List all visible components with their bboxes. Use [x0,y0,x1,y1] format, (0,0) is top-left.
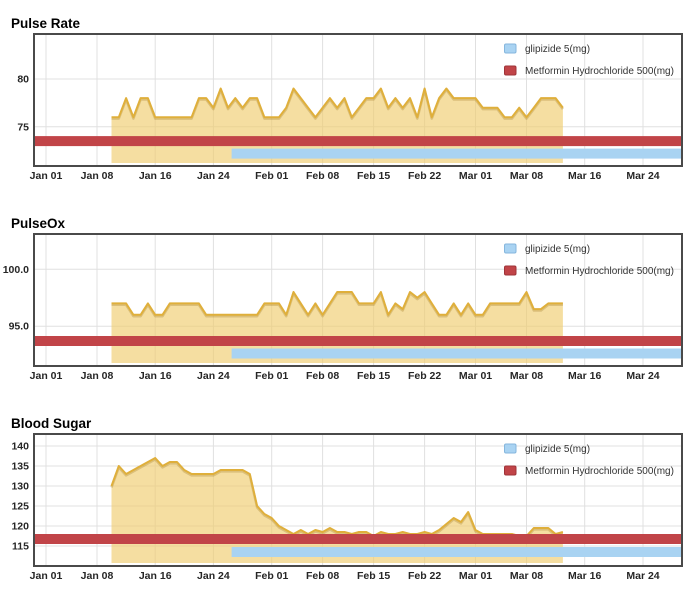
x-tick-label: Jan 08 [81,570,114,582]
x-tick-label: Mar 08 [510,370,543,382]
metformin-legend-swatch [505,266,517,275]
y-tick-label: 125 [11,501,29,513]
legend-label: glipizide 5(mg) [525,444,590,455]
legend-item-metformin[interactable]: Metformin Hydrochloride 500(mg) [505,466,674,477]
glipizide-medication-band [232,149,682,159]
metformin-medication-band [34,136,682,146]
x-tick-label: Mar 08 [510,170,543,182]
pulseox-chart: 100.0 95.0 Jan 01 Jan 08 Jan 16 Jan 24 Feb 01 F… [0,233,700,383]
legend-label: glipizide 5(mg) [525,244,590,255]
chart-section-blood-sugar: Blood Sugar 140 135 130 125 120 115 Jan 01 Jan … [0,383,700,583]
y-tick-label: 130 [11,481,29,493]
x-tick-label: Jan 16 [139,570,172,582]
x-tick-label: Jan 08 [81,370,114,382]
vitals-medication-dashboard: Pulse Rate 80 75 Jan 01 Jan 08 Jan 16 Jan 24 F… [0,0,700,583]
chart-title-pulseox: PulseOx [11,183,700,231]
glipizide-legend-swatch [505,244,517,253]
legend-item-glipizide[interactable]: glipizide 5(mg) [505,44,591,55]
metformin-legend-swatch [505,466,517,475]
x-tick-label: Jan 16 [139,170,172,182]
x-tick-label: Feb 15 [357,370,390,382]
glipizide-legend-swatch [505,44,517,53]
metformin-medication-band [34,336,682,346]
y-tick-label: 95.0 [9,321,30,333]
x-tick-label: Jan 24 [197,170,230,182]
legend-item-metformin[interactable]: Metformin Hydrochloride 500(mg) [505,66,674,77]
y-tick-label: 120 [11,521,29,533]
x-tick-label: Mar 01 [459,570,492,582]
glipizide-legend-swatch [505,444,517,453]
x-tick-label: Feb 15 [357,570,390,582]
x-tick-label: Feb 22 [408,370,441,382]
x-tick-label: Mar 16 [568,370,601,382]
legend-label: glipizide 5(mg) [525,44,590,55]
x-tick-label: Jan 01 [30,170,63,182]
x-tick-label: Mar 24 [626,170,659,182]
metformin-medication-band [34,534,682,544]
x-tick-label: Feb 08 [306,170,339,182]
x-tick-label: Feb 08 [306,570,339,582]
x-tick-label: Jan 01 [30,370,63,382]
x-tick-label: Mar 01 [459,370,492,382]
legend-label: Metformin Hydrochloride 500(mg) [525,66,674,77]
x-tick-label: Jan 24 [197,370,230,382]
x-tick-label: Mar 16 [568,570,601,582]
y-tick-label: 140 [11,441,29,453]
chart-section-pulse-rate: Pulse Rate 80 75 Jan 01 Jan 08 Jan 16 Jan 24 F… [0,0,700,183]
blood-sugar-chart: 140 135 130 125 120 115 Jan 01 Jan 08 Jan 16 Jan … [0,433,700,583]
x-tick-label: Jan 24 [197,570,230,582]
legend-item-glipizide[interactable]: glipizide 5(mg) [505,244,591,255]
metformin-legend-swatch [505,66,517,75]
x-tick-label: Mar 01 [459,170,492,182]
y-tick-label: 135 [11,461,29,473]
x-tick-label: Mar 24 [626,370,659,382]
x-tick-label: Feb 22 [408,570,441,582]
x-tick-label: Jan 01 [30,570,63,582]
legend-label: Metformin Hydrochloride 500(mg) [525,266,674,277]
chart-title-blood-sugar: Blood Sugar [11,383,700,431]
y-tick-label: 75 [17,121,29,133]
x-tick-label: Feb 08 [306,370,339,382]
x-tick-label: Feb 15 [357,170,390,182]
glipizide-medication-band [232,349,682,359]
y-tick-label: 115 [12,541,29,553]
chart-section-pulseox: PulseOx 100.0 95.0 Jan 01 Jan 08 Jan 16 Jan 2… [0,183,700,383]
x-tick-label: Feb 01 [255,170,288,182]
glipizide-medication-band [232,547,682,557]
legend-label: Metformin Hydrochloride 500(mg) [525,466,674,477]
pulse-rate-chart: 80 75 Jan 01 Jan 08 Jan 16 Jan 24 Feb 01 Feb 08… [0,33,700,183]
x-tick-label: Mar 08 [510,570,543,582]
x-tick-label: Feb 01 [255,570,288,582]
x-tick-label: Jan 16 [139,370,172,382]
x-tick-label: Mar 24 [626,570,659,582]
x-tick-label: Jan 08 [81,170,114,182]
legend-item-metformin[interactable]: Metformin Hydrochloride 500(mg) [505,266,674,277]
x-tick-label: Feb 22 [408,170,441,182]
y-tick-label: 100.0 [3,264,29,276]
x-tick-label: Mar 16 [568,170,601,182]
y-tick-label: 80 [17,74,29,86]
chart-title-pulse-rate: Pulse Rate [11,0,700,31]
x-tick-label: Feb 01 [255,370,288,382]
